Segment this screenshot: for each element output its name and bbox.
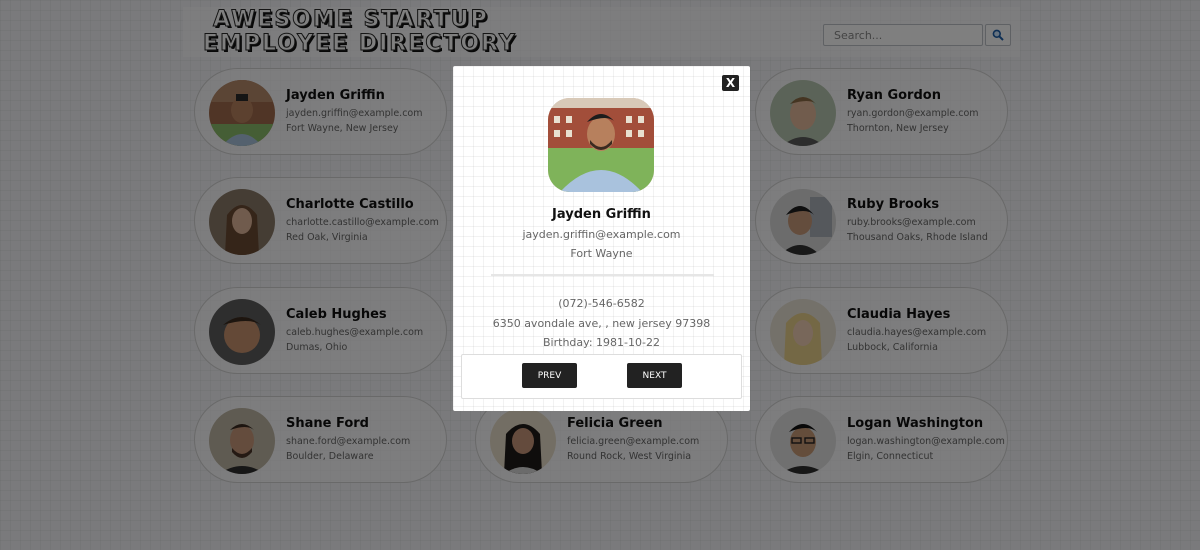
modal-phone: (072)-546-6582 (558, 297, 645, 310)
modal-email: jayden.griffin@example.com (522, 228, 681, 241)
modal-birthday: Birthday: 1981-10-22 (543, 336, 660, 349)
modal-address: 6350 avondale ave, , new jersey 97398 (492, 317, 711, 330)
employee-modal: X Jayden Griffin jayden.griffin@example.… (453, 66, 750, 411)
prev-button[interactable]: PREV (522, 363, 577, 388)
close-button[interactable]: X (722, 75, 739, 91)
modal-city: Fort Wayne (570, 247, 633, 260)
modal-avatar (548, 98, 654, 192)
next-button[interactable]: NEXT (627, 363, 682, 388)
modal-button-row: PREV NEXT (461, 354, 742, 399)
divider (491, 274, 714, 276)
modal-name: Jayden Griffin (552, 207, 651, 222)
